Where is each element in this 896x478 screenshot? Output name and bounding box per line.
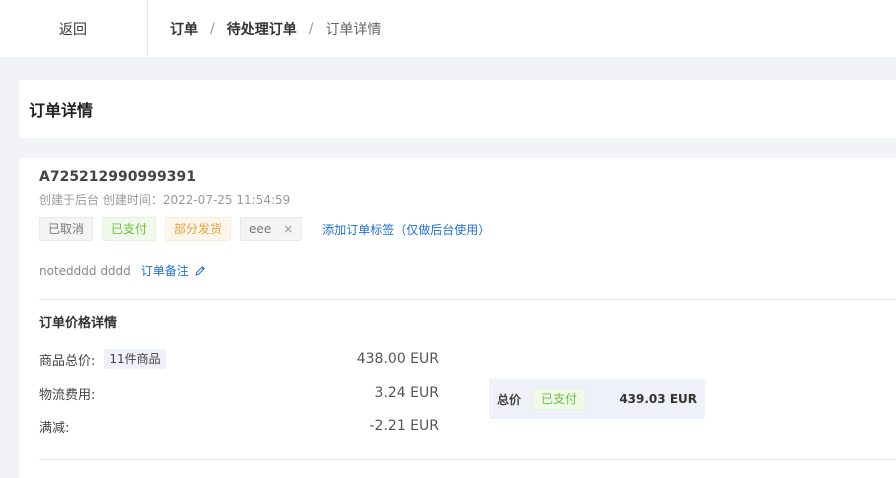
close-icon[interactable]: × bbox=[283, 218, 293, 240]
price-section-title: 订单价格详情 bbox=[39, 316, 118, 331]
edit-order-note-link[interactable]: 订单备注 bbox=[141, 262, 206, 279]
breadcrumb-pending-orders[interactable]: 待处理订单 bbox=[227, 19, 297, 39]
total-status-badge: 已支付 bbox=[532, 388, 587, 410]
price-label: 满减: bbox=[39, 420, 70, 436]
price-value: 3.24 EUR bbox=[374, 385, 439, 401]
top-bar: 返回 订单 / 待处理订单 / 订单详情 bbox=[0, 0, 896, 57]
page-title-card: 订单详情 bbox=[19, 80, 896, 138]
total-amount: 439.03 EUR bbox=[619, 392, 697, 406]
divider bbox=[39, 299, 896, 300]
breadcrumb-separator: / bbox=[308, 20, 314, 37]
order-number: A725212990999391 bbox=[39, 169, 196, 185]
status-badge-partially-shipped: 部分发货 bbox=[165, 217, 232, 241]
order-total-box: 总价 已支付 439.03 EUR bbox=[489, 379, 705, 419]
back-button[interactable]: 返回 bbox=[0, 0, 148, 57]
breadcrumb-current: 订单详情 bbox=[325, 21, 382, 38]
divider bbox=[39, 459, 896, 460]
order-note-row: notedddd dddd 订单备注 bbox=[39, 262, 206, 279]
price-value: -2.21 EUR bbox=[369, 418, 440, 434]
page-title: 订单详情 bbox=[29, 101, 94, 120]
add-order-tag-link[interactable]: 添加订单标签（仅做后台使用） bbox=[322, 221, 490, 238]
order-note-link-label: 订单备注 bbox=[140, 264, 189, 278]
price-row-goods: 商品总价: 11件商品 438.00 EUR bbox=[39, 347, 439, 371]
pencil-icon bbox=[195, 265, 205, 276]
breadcrumb-orders[interactable]: 订单 bbox=[170, 19, 198, 39]
order-note-text: notedddd dddd bbox=[39, 263, 131, 278]
breadcrumb: 订单 / 待处理订单 / 订单详情 bbox=[170, 0, 381, 57]
order-created-info: 创建于后台 创建时间：2022-07-25 11:54:59 bbox=[39, 193, 291, 207]
price-row-discount: 满减: -2.21 EUR bbox=[39, 414, 439, 438]
custom-tag-label: eee bbox=[249, 222, 272, 236]
breadcrumb-separator: / bbox=[210, 20, 215, 37]
custom-tag: eee × bbox=[240, 217, 303, 241]
price-row-shipping: 物流费用: 3.24 EUR bbox=[39, 381, 439, 405]
price-value: 438.00 EUR bbox=[356, 351, 439, 367]
status-badge-paid: 已支付 bbox=[102, 217, 157, 241]
order-detail-card: A725212990999391 创建于后台 创建时间：2022-07-25 1… bbox=[19, 158, 896, 478]
total-label: 总价 bbox=[497, 392, 522, 407]
order-tags: 已取消 已支付 部分发货 eee × 添加订单标签（仅做后台使用） bbox=[39, 217, 490, 241]
price-label: 商品总价: bbox=[39, 353, 96, 369]
item-count-badge: 11件商品 bbox=[104, 349, 166, 369]
price-label: 物流费用: bbox=[39, 387, 96, 403]
status-badge-cancelled: 已取消 bbox=[39, 217, 94, 241]
